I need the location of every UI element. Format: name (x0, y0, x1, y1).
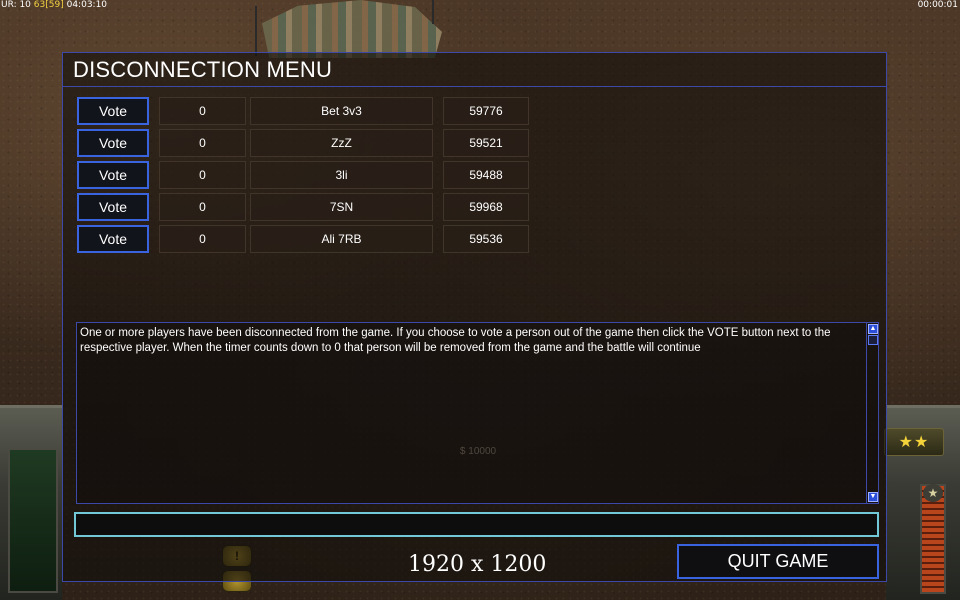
player-ping: 59488 (443, 161, 529, 189)
rank-stars-icon: ★★ (884, 428, 944, 456)
player-name: Ali 7RB (250, 225, 433, 253)
vote-button[interactable]: Vote (77, 129, 149, 157)
vote-button[interactable]: Vote (77, 97, 149, 125)
quit-game-button[interactable]: QUIT GAME (677, 544, 879, 579)
player-ping: 59776 (443, 97, 529, 125)
star-icon: ★ (923, 484, 943, 502)
power-meter: ★ (920, 484, 946, 594)
chat-input[interactable] (74, 512, 879, 537)
command-bar-left (0, 405, 62, 600)
vote-button[interactable]: Vote (77, 193, 149, 221)
scroll-thumb[interactable] (868, 335, 878, 345)
player-ping: 59521 (443, 129, 529, 157)
radio-mast (255, 6, 257, 56)
player-name: Bet 3v3 (250, 97, 433, 125)
vote-count: 0 (159, 225, 246, 253)
debug-stats-readout: UR: 10 63[59] 04:03:10 (1, 0, 107, 10)
player-name: 3li (250, 161, 433, 189)
player-name: ZzZ (250, 129, 433, 157)
radar-screen (8, 448, 58, 593)
player-name: 7SN (250, 193, 433, 221)
message-box: One or more players have been disconnect… (76, 322, 879, 504)
scroll-up-icon[interactable]: ▲ (868, 324, 878, 334)
disconnection-dialog: DISCONNECTION MENU Vote 0 Bet 3v3 59776 … (62, 52, 887, 582)
vote-button[interactable]: Vote (77, 161, 149, 189)
resolution-label: 1920 x 1200 (408, 552, 547, 577)
game-clock: 04:03:10 (66, 0, 108, 10)
message-scrollbar[interactable]: ▲ ▼ (866, 323, 878, 503)
radio-mast (432, 0, 434, 24)
disconnect-message: One or more players have been disconnect… (80, 327, 831, 354)
vote-count: 0 (159, 193, 246, 221)
title-divider (63, 86, 886, 87)
ur-label: UR: 10 (1, 0, 31, 10)
player-ping: 59968 (443, 193, 529, 221)
latency-value: [59] (45, 0, 64, 10)
vote-count: 0 (159, 97, 246, 125)
scroll-down-icon[interactable]: ▼ (868, 492, 878, 502)
fps-value: 63 (33, 0, 46, 10)
player-ping: 59536 (443, 225, 529, 253)
money-readout: $ 10000 (459, 446, 497, 457)
vote-count: 0 (159, 161, 246, 189)
vote-button[interactable]: Vote (77, 225, 149, 253)
elapsed-timer: 00:00:01 (917, 0, 958, 10)
dialog-title: DISCONNECTION MENU (73, 57, 333, 82)
vote-count: 0 (159, 129, 246, 157)
